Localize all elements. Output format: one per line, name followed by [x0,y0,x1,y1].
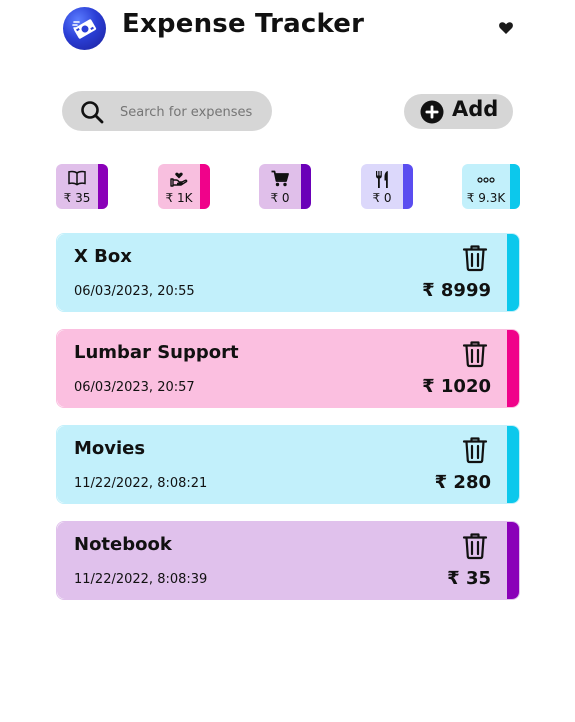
book-icon [68,170,86,186]
category-total: ₹ 0 [270,191,290,205]
category-education[interactable]: ₹ 35 [56,164,108,209]
category-health[interactable]: ₹ 1K [158,164,210,209]
app-header: Expense Tracker [0,0,575,60]
expense-name: Movies [74,438,146,459]
expense-card[interactable]: Notebook 11/22/2022, 8:08:39 ₹ 35 [56,521,520,600]
expense-name: X Box [74,246,132,267]
expense-card[interactable]: Movies 11/22/2022, 8:08:21 ₹ 280 [56,425,520,504]
category-food[interactable]: ₹ 0 [361,164,413,209]
category-other[interactable]: ₹ 9.3K [462,164,520,209]
trash-icon[interactable] [462,244,488,272]
expense-amount: ₹ 1020 [422,376,491,397]
expense-card[interactable]: X Box 06/03/2023, 20:55 ₹ 8999 [56,233,520,312]
category-total: ₹ 9.3K [466,191,506,205]
expense-amount: ₹ 8999 [422,280,491,301]
more-dots-icon [477,177,495,183]
expense-date: 06/03/2023, 20:57 [74,380,195,395]
app-title: Expense Tracker [122,9,365,39]
expense-amount: ₹ 35 [447,568,491,589]
expense-date: 11/22/2022, 8:08:39 [74,572,208,587]
trash-icon[interactable] [462,436,488,464]
expense-name: Notebook [74,534,172,555]
fork-knife-icon [376,171,388,188]
search-input[interactable] [118,91,267,133]
cart-icon [271,170,289,187]
search-icon [81,101,104,124]
search-bar[interactable] [62,91,272,133]
expense-date: 11/22/2022, 8:08:21 [74,476,208,491]
money-icon [71,18,96,39]
category-shopping[interactable]: ₹ 0 [259,164,311,209]
heart-icon[interactable] [498,20,514,36]
expense-card[interactable]: Lumbar Support 06/03/2023, 20:57 ₹ 1020 [56,329,520,408]
plus-circle-icon [420,100,444,124]
expense-date: 06/03/2023, 20:55 [74,284,195,299]
expense-name: Lumbar Support [74,342,239,363]
add-expense-button[interactable]: Add [404,94,513,129]
add-button-label: Add [452,97,499,121]
category-filter-bar: ₹ 35 ₹ 1K ₹ 0 ₹ 0 ₹ 9.3K [0,164,575,210]
trash-icon[interactable] [462,340,488,368]
category-total: ₹ 1K [165,191,193,205]
category-total: ₹ 35 [63,191,91,205]
app-logo [63,7,106,50]
category-total: ₹ 0 [372,191,392,205]
trash-icon[interactable] [462,532,488,560]
hands-heart-icon [170,172,188,187]
expense-amount: ₹ 280 [434,472,491,493]
